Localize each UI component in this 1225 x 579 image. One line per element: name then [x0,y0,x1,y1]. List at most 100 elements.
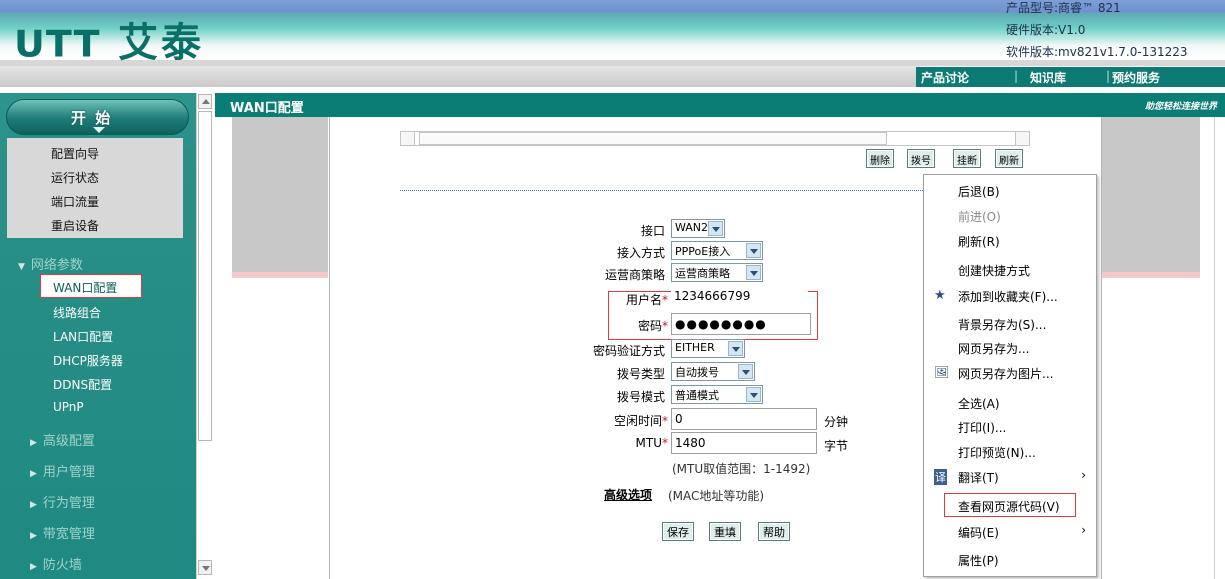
menu-item-back[interactable]: 后退(B) [958,183,1000,200]
scroll-up-button[interactable] [198,94,212,109]
sidebar-item-status[interactable]: 运行状态 [51,169,99,186]
scroll-thumb[interactable] [419,132,887,145]
mtu-field[interactable]: 1480 [671,432,817,454]
submenu-arrow-icon: › [1081,523,1086,537]
sidebar-group-behavior[interactable]: ▶ 行为管理 [30,492,95,511]
menu-item-encoding[interactable]: 编码(E) [958,524,999,541]
menu-item-save-page[interactable]: 网页另存为... [958,340,1029,357]
select-value: EITHER [675,341,715,354]
menu-item-refresh[interactable]: 刷新(R) [958,233,1000,250]
horizontal-scrollbar[interactable] [400,131,1030,146]
select-value: 普通模式 [675,389,719,402]
interface-select[interactable]: WAN2 [671,219,725,238]
delete-button[interactable]: 删除 [866,149,894,168]
collapsed-triangle-icon: ▶ [30,438,37,448]
select-value: 运营商策略 [675,267,730,280]
main-scrollbar[interactable] [1214,117,1225,579]
isp-select[interactable]: 运营商策略 [671,263,763,282]
menu-item-translate[interactable]: 翻译(T) [958,469,999,486]
sidebar-item-wizard[interactable]: 配置向导 [51,145,99,162]
group-label: 防火墙 [42,558,82,573]
menu-item-save-background[interactable]: 背景另存为(S)... [958,316,1046,333]
sidebar-item-dhcp[interactable]: DHCP服务器 [53,352,123,369]
sidebar-item-label: WAN口配置 [53,281,118,295]
access-label: 接入方式 [616,246,665,260]
collapsed-triangle-icon: ▶ [30,562,37,572]
nav-separator: | [1014,69,1019,83]
sidebar-item-upnp[interactable]: UPnP [53,400,84,414]
nav-link-knowledge[interactable]: 知识库 [1030,69,1066,86]
refresh-button[interactable]: 刷新 [995,149,1023,168]
collapsed-triangle-icon: ▶ [30,531,37,541]
collapsed-triangle-icon: ▶ [30,469,37,479]
dial-mode-label: 拨号模式 [616,390,665,404]
logo-text: 艾泰 [118,20,204,66]
group-label: 网络参数 [30,258,83,273]
select-value: PPPoE接入 [675,245,731,258]
scroll-left-button[interactable] [401,132,415,145]
software-version: 软件版本:mv821v1.7.0-131223 [1006,45,1188,59]
help-button[interactable]: 帮助 [758,522,790,541]
chevron-down-icon [93,127,105,133]
menu-item-select-all[interactable]: 全选(A) [958,395,1000,412]
dial-type-select[interactable]: 自动拨号 [671,362,755,381]
hangup-button[interactable]: 挂断 [953,149,981,168]
mtu-hint: (MTU取值范围：1-1492) [672,462,811,476]
save-button[interactable]: 保存 [662,522,694,541]
start-button[interactable]: 开 始 [6,99,189,135]
menu-item-view-source[interactable]: 查看网页源代码(V) [958,498,1060,515]
username-label: 用户名* [625,293,668,307]
scroll-down-button[interactable] [198,560,212,575]
header-band-grey [0,66,920,87]
sidebar-group-bandwidth[interactable]: ▶ 带宽管理 [30,523,95,542]
nav-link-discussion[interactable]: 产品讨论 [921,69,969,86]
side-panel-right [1102,117,1200,272]
sidebar-item-ddns[interactable]: DDNS配置 [53,376,112,393]
scroll-right-button[interactable] [1015,132,1029,145]
sidebar-group-advanced[interactable]: ▶ 高级配置 [30,430,95,449]
sidebar-item-reboot[interactable]: 重启设备 [51,217,99,234]
sidebar-group-network[interactable]: ▼ 网络参数 [18,254,83,273]
slogan: 助您轻松连接世界 [1144,102,1217,112]
menu-item-add-favorite[interactable]: 添加到收藏夹(F)... [958,288,1058,305]
expanded-triangle-icon: ▼ [18,262,25,272]
sidebar-scrollbar[interactable] [196,93,213,579]
sidebar-item-line-group[interactable]: 线路组合 [53,304,101,321]
select-value: WAN2 [675,221,709,234]
image-icon: 🖼 [934,365,950,379]
nav-separator: | [1106,69,1111,83]
nav-link-service[interactable]: 预约服务 [1112,69,1160,86]
interface-label: 接口 [640,224,665,238]
sidebar-group-users[interactable]: ▶ 用户管理 [30,461,95,480]
idle-unit: 分钟 [824,415,849,429]
password-field[interactable]: ●●●●●●●● [671,313,811,335]
password-label: 密码* [637,319,668,333]
menu-item-create-shortcut[interactable]: 创建快捷方式 [958,262,1030,279]
menu-item-forward[interactable]: 前进(O) [958,208,1001,225]
logo-mark: UTT [14,23,101,65]
sidebar-group-firewall[interactable]: ▶ 防火墙 [30,554,82,573]
scroll-thumb[interactable] [198,111,212,441]
sidebar: 开 始 配置向导 运行状态 端口流量 重启设备 ▼ 网络参数 WAN口配置 线路组… [0,93,196,579]
auth-select[interactable]: EITHER [671,339,745,358]
sidebar-item-lan[interactable]: LAN口配置 [53,328,113,345]
dial-mode-select[interactable]: 普通模式 [671,385,763,404]
idle-time-field[interactable]: 0 [671,408,817,430]
page-title: WAN口配置 [230,101,304,116]
sidebar-item-wan-selected[interactable]: WAN口配置 [40,274,142,298]
start-label: 开 始 [71,109,113,127]
dial-button[interactable]: 拨号 [907,149,935,168]
chevron-down-icon [746,387,761,402]
username-field[interactable]: 1234666799 [671,287,808,307]
advanced-options-link[interactable]: 高级选项 [604,486,652,503]
menu-item-properties[interactable]: 属性(P) [958,552,999,569]
menu-item-print[interactable]: 打印(I)... [958,419,1006,436]
menu-item-save-as-image[interactable]: 网页另存为图片... [958,365,1053,382]
chevron-down-icon [738,364,753,379]
advanced-hint: (MAC地址等功能) [668,489,765,503]
mtu-unit: 字节 [824,439,849,453]
menu-item-print-preview[interactable]: 打印预览(N)... [958,444,1036,461]
reset-button[interactable]: 重填 [709,522,741,541]
sidebar-item-traffic[interactable]: 端口流量 [51,193,99,210]
access-select[interactable]: PPPoE接入 [671,241,763,260]
